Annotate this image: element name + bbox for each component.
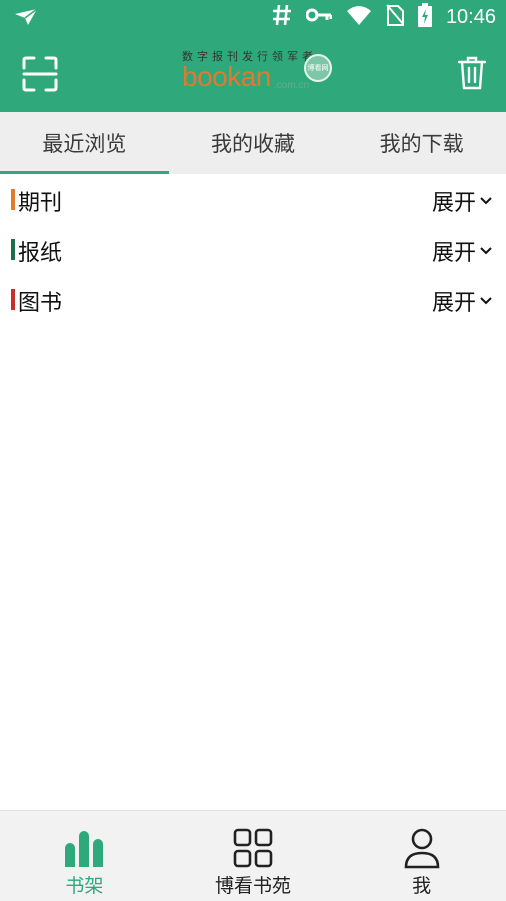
category-accent: [11, 239, 15, 260]
bookan-logo: 数字报刊发行领军者 bookan .com.cn 博看网: [182, 48, 332, 96]
nav-label: 我: [412, 875, 432, 897]
grid-icon: [233, 828, 273, 868]
wifi-icon: [346, 5, 372, 29]
category-list: 期刊 展开 报纸 展开 图书 展开: [0, 174, 506, 324]
category-label: 图书: [18, 291, 63, 316]
expand-label: 展开: [431, 291, 476, 316]
category-accent: [11, 189, 15, 210]
app-bar: 数字报刊发行领军者 bookan .com.cn 博看网: [0, 34, 506, 112]
user-icon: [404, 828, 439, 869]
tab-downloads[interactable]: 我的下载: [337, 112, 506, 174]
expand-button[interactable]: 展开: [432, 185, 492, 217]
key-icon: [305, 7, 333, 27]
scan-button[interactable]: [20, 54, 60, 94]
chevron-down-icon: [480, 297, 492, 305]
nav-label: 博看书苑: [215, 875, 292, 897]
delete-button[interactable]: [457, 56, 487, 90]
expand-label: 展开: [431, 191, 476, 216]
category-row-periodicals: 期刊 展开: [0, 174, 506, 224]
battery-charging-icon: [417, 3, 432, 31]
expand-button[interactable]: 展开: [432, 235, 492, 267]
expand-button[interactable]: 展开: [432, 285, 492, 317]
scan-icon: [22, 56, 58, 92]
hash-icon: [272, 4, 292, 30]
nav-me[interactable]: 我: [337, 811, 506, 901]
nav-label: 书架: [65, 875, 104, 897]
bookshelf-icon: [65, 831, 104, 867]
category-accent: [11, 289, 15, 310]
logo-brand: bookan: [182, 61, 271, 92]
status-bar: 10:46: [0, 0, 506, 34]
status-time: 10:46: [445, 5, 496, 28]
category-row-books: 图书 展开: [0, 274, 506, 324]
logo-badge: 博看网: [304, 54, 332, 82]
chevron-down-icon: [480, 247, 492, 255]
bottom-nav: 书架 博看书苑 我: [0, 810, 506, 901]
tab-bar: 最近浏览 我的收藏 我的下载: [0, 112, 506, 174]
chevron-down-icon: [480, 197, 492, 205]
send-icon: [14, 8, 38, 30]
nav-bookshelf[interactable]: 书架: [0, 811, 169, 901]
nav-bookan-library[interactable]: 博看书苑: [169, 811, 338, 901]
expand-label: 展开: [431, 241, 476, 266]
category-label: 报纸: [18, 241, 63, 266]
logo-domain: .com.cn: [274, 80, 310, 91]
trash-icon: [457, 56, 487, 90]
category-label: 期刊: [18, 191, 63, 216]
tab-favorites[interactable]: 我的收藏: [169, 112, 338, 174]
category-row-newspapers: 报纸 展开: [0, 224, 506, 274]
no-sim-icon: [386, 4, 405, 30]
tab-recent[interactable]: 最近浏览: [0, 112, 169, 174]
